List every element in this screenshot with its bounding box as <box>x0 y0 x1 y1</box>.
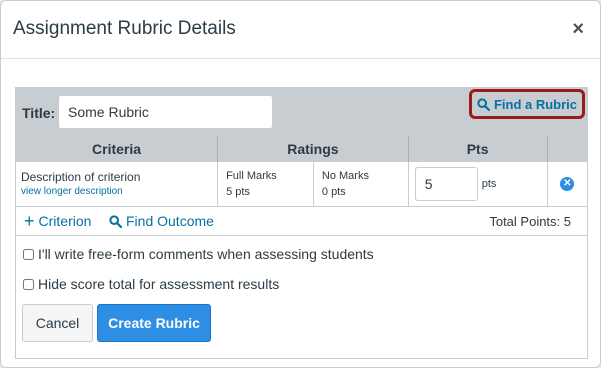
free-form-option[interactable]: I'll write free-form comments when asses… <box>23 246 374 262</box>
rating-full-marks[interactable]: Full Marks 5 pts <box>217 162 314 207</box>
total-points: Total Points: 5 <box>489 214 571 229</box>
dialog-header: Assignment Rubric Details × <box>1 1 600 59</box>
add-criterion-label: Criterion <box>38 213 92 229</box>
close-icon[interactable]: × <box>572 18 584 41</box>
rubric-dialog: Assignment Rubric Details × Title: Find … <box>0 0 601 368</box>
add-criterion-button[interactable]: + Criterion <box>24 211 92 231</box>
rubric-title-bar: Title: Find a Rubric <box>16 88 587 136</box>
pts-header: Pts <box>408 136 548 162</box>
delete-cell: ✕ <box>547 162 587 207</box>
rating-title: No Marks <box>321 169 369 182</box>
actions-header <box>547 136 587 162</box>
title-label: Title: <box>22 105 56 121</box>
free-form-checkbox[interactable] <box>23 248 34 260</box>
find-rubric-link[interactable]: Find a Rubric <box>469 89 585 119</box>
free-form-label: I'll write free-form comments when asses… <box>38 246 374 262</box>
rating-points: 0 pts <box>321 185 346 198</box>
view-longer-description-link[interactable]: view longer description <box>21 186 217 197</box>
plus-icon: + <box>24 211 35 231</box>
table-row: Description of criterion view longer des… <box>16 162 587 207</box>
rubric-editor: Title: Find a Rubric <box>15 87 588 359</box>
points-input[interactable] <box>414 166 478 201</box>
points-unit: pts <box>481 177 497 190</box>
points-cell: pts <box>408 162 548 207</box>
find-outcome-label: Find Outcome <box>126 213 214 229</box>
rating-no-marks[interactable]: No Marks 0 pts <box>313 162 409 207</box>
rating-points: 5 pts <box>226 185 250 198</box>
cancel-button[interactable]: Cancel <box>22 304 93 342</box>
criterion-cell: Description of criterion view longer des… <box>16 162 219 207</box>
criterion-description[interactable]: Description of criterion <box>21 170 217 184</box>
ratings-header: Ratings <box>217 136 409 162</box>
rating-title: Full Marks <box>226 169 277 182</box>
hide-score-option[interactable]: Hide score total for assessment results <box>23 276 279 292</box>
rubric-table: Criteria Ratings Pts Description of crit… <box>16 136 587 207</box>
find-outcome-button[interactable]: Find Outcome <box>109 213 214 229</box>
points-wrapper: pts <box>409 166 547 201</box>
search-icon <box>109 214 122 228</box>
hide-score-checkbox[interactable] <box>23 278 34 290</box>
dialog-title: Assignment Rubric Details <box>13 18 236 39</box>
create-rubric-button[interactable]: Create Rubric <box>97 304 211 342</box>
search-icon <box>477 97 490 111</box>
criteria-header: Criteria <box>16 136 219 162</box>
dialog-body: Title: Find a Rubric <box>1 59 600 367</box>
rubric-title-input[interactable] <box>58 95 273 129</box>
delete-criterion-icon[interactable]: ✕ <box>560 176 575 191</box>
hide-score-label: Hide score total for assessment results <box>38 276 280 292</box>
find-rubric-label: Find a Rubric <box>493 96 578 112</box>
rubric-actions-row: + Criterion Find Outcome Total Points: 5 <box>16 206 587 236</box>
